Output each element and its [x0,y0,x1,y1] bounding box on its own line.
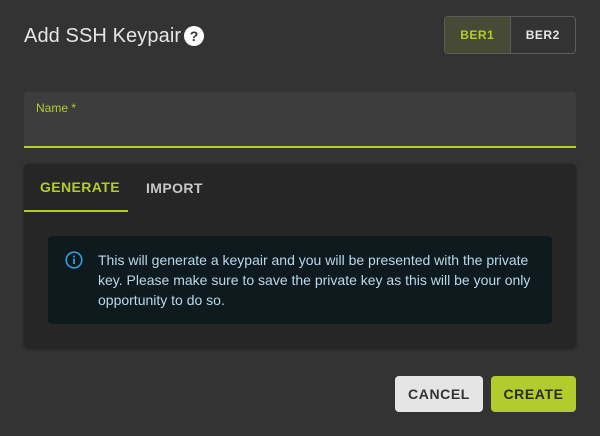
tab-generate[interactable]: GENERATE [24,164,128,212]
region-ber1-button[interactable]: BER1 [445,17,511,53]
info-message: This will generate a keypair and you wil… [98,252,531,308]
tab-import[interactable]: IMPORT [128,164,218,212]
add-ssh-keypair-dialog: Add SSH Keypair ? BER1 BER2 Name * GENER… [0,0,600,436]
keypair-tabs-card: GENERATE IMPORT This will generate a key… [24,164,576,348]
name-field-label: Name * [36,101,77,115]
info-alert: This will generate a keypair and you wil… [48,236,552,324]
name-input[interactable] [36,116,562,140]
cancel-button[interactable]: CANCEL [395,376,483,412]
dialog-title: Add SSH Keypair [24,25,182,47]
region-ber2-button[interactable]: BER2 [511,17,576,53]
help-icon[interactable]: ? [184,26,204,46]
info-icon [65,251,83,269]
tab-bar: GENERATE IMPORT [24,164,218,212]
region-toggle: BER1 BER2 [444,16,576,54]
name-field[interactable]: Name * [24,92,576,148]
create-button[interactable]: CREATE [491,376,576,412]
